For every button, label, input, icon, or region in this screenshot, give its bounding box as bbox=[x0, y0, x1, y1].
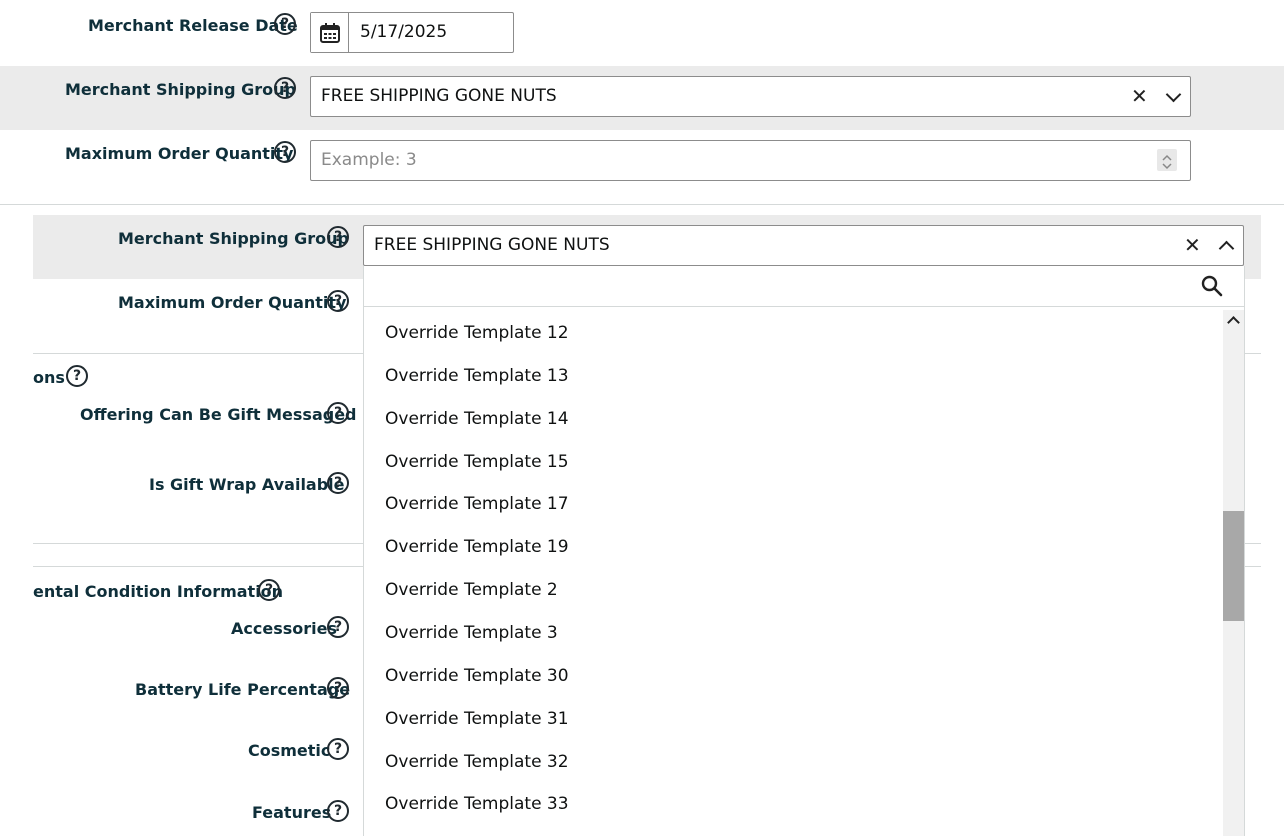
dropdown-option[interactable]: Override Template 30 bbox=[385, 666, 569, 686]
help-icon[interactable]: ? bbox=[258, 579, 280, 601]
max-order-placeholder: Example: 3 bbox=[321, 150, 417, 170]
gift-section-title: ons bbox=[33, 368, 65, 387]
number-stepper[interactable] bbox=[1157, 149, 1177, 171]
dropdown-search-field[interactable] bbox=[364, 266, 1244, 307]
max-order-label: Maximum Order Quantity bbox=[118, 293, 347, 312]
divider bbox=[0, 204, 1284, 205]
close-icon[interactable]: ✕ bbox=[1184, 226, 1201, 264]
help-icon[interactable]: ? bbox=[327, 402, 349, 424]
dropdown-option[interactable]: Override Template 32 bbox=[385, 752, 569, 772]
help-icon[interactable]: ? bbox=[274, 77, 296, 99]
chevron-down-icon[interactable] bbox=[1165, 86, 1182, 103]
shipping-group-value: FREE SHIPPING GONE NUTS bbox=[321, 86, 557, 106]
features-label: Features bbox=[252, 803, 332, 822]
shipping-group-select-open[interactable]: FREE SHIPPING GONE NUTS ✕ bbox=[363, 225, 1244, 266]
max-order-input[interactable]: Example: 3 bbox=[310, 140, 1191, 181]
help-icon[interactable]: ? bbox=[327, 472, 349, 494]
shipping-group-dropdown: Override Template 12 Override Template 1… bbox=[363, 266, 1245, 836]
dropdown-option[interactable]: Override Template 17 bbox=[385, 494, 569, 514]
shipping-group-label: Merchant Shipping Group bbox=[65, 80, 297, 99]
help-icon[interactable]: ? bbox=[327, 800, 349, 822]
chevron-up-icon[interactable] bbox=[1218, 240, 1235, 257]
search-icon[interactable] bbox=[1201, 275, 1223, 297]
close-icon[interactable]: ✕ bbox=[1131, 77, 1148, 115]
condition-section-title: ental Condition Information bbox=[33, 582, 284, 601]
scroll-up-icon[interactable] bbox=[1227, 316, 1240, 329]
shipping-group-select[interactable]: FREE SHIPPING GONE NUTS ✕ bbox=[310, 76, 1191, 117]
dropdown-option[interactable]: Override Template 12 bbox=[385, 323, 569, 343]
calendar-icon[interactable] bbox=[311, 13, 349, 52]
scrollbar-thumb[interactable] bbox=[1223, 511, 1244, 621]
dropdown-option[interactable]: Override Template 3 bbox=[385, 623, 558, 643]
dropdown-option[interactable]: Override Template 14 bbox=[385, 409, 569, 429]
release-date-value: 5/17/2025 bbox=[360, 22, 448, 42]
help-icon[interactable]: ? bbox=[327, 290, 349, 312]
release-date-field[interactable]: 5/17/2025 bbox=[310, 12, 514, 53]
dropdown-option[interactable]: Override Template 2 bbox=[385, 580, 558, 600]
dropdown-option[interactable]: Override Template 31 bbox=[385, 709, 569, 729]
help-icon[interactable]: ? bbox=[274, 13, 296, 35]
battery-label: Battery Life Percentage bbox=[135, 680, 351, 699]
shipping-group-value: FREE SHIPPING GONE NUTS bbox=[374, 235, 610, 255]
dropdown-option[interactable]: Override Template 33 bbox=[385, 794, 569, 814]
help-icon[interactable]: ? bbox=[274, 141, 296, 163]
help-icon[interactable]: ? bbox=[66, 365, 88, 387]
help-icon[interactable]: ? bbox=[327, 226, 349, 248]
help-icon[interactable]: ? bbox=[327, 738, 349, 760]
gift-message-label: Offering Can Be Gift Messaged bbox=[80, 405, 357, 424]
max-order-label: Maximum Order Quantity bbox=[65, 144, 294, 163]
gift-wrap-label: Is Gift Wrap Available bbox=[149, 475, 345, 494]
shipping-group-label: Merchant Shipping Group bbox=[118, 229, 350, 248]
dropdown-option[interactable]: Override Template 13 bbox=[385, 366, 569, 386]
help-icon[interactable]: ? bbox=[327, 677, 349, 699]
dropdown-option[interactable]: Override Template 15 bbox=[385, 452, 569, 472]
cosmetic-label: Cosmetic bbox=[248, 741, 331, 760]
release-date-label: Merchant Release Date bbox=[88, 16, 298, 35]
accessories-label: Accessories bbox=[231, 619, 337, 638]
help-icon[interactable]: ? bbox=[327, 616, 349, 638]
dropdown-option[interactable]: Override Template 19 bbox=[385, 537, 569, 557]
